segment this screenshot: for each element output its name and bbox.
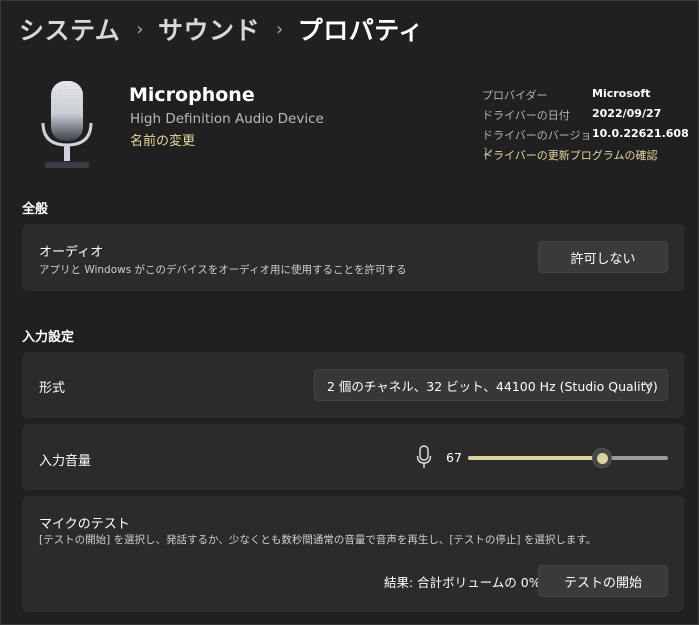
provider-label: プロバイダー (482, 89, 548, 102)
driver-update-link[interactable]: ドライバーの更新プログラムの確認 (482, 147, 657, 163)
mic-test-result: 結果: 合計ボリュームの 0% (384, 575, 541, 590)
breadcrumb-separator-icon: › (275, 18, 284, 40)
rename-link[interactable]: 名前の変更 (130, 130, 195, 149)
driver-date-value: 2022/09/27 (592, 107, 662, 120)
format-card: 形式 2 個のチャネル、32 ビット、44100 Hz (Studio Qual… (22, 352, 684, 418)
format-selected-value: 2 個のチャネル、32 ビット、44100 Hz (Studio Quality… (327, 378, 658, 394)
breadcrumb-separator-icon: › (136, 18, 144, 40)
input-volume-slider-fill (468, 456, 602, 460)
breadcrumb: システム › サウンド › プロパティ (19, 9, 424, 49)
section-title-general: 全般 (22, 202, 49, 217)
audio-title: オーディオ (39, 245, 104, 260)
disallow-button[interactable]: 許可しない (538, 241, 668, 273)
settings-window: システム › サウンド › プロパティ Microphone High Defi… (0, 0, 699, 625)
microphone-icon (41, 81, 93, 168)
device-name: Microphone (129, 84, 255, 106)
section-title-input-settings: 入力設定 (22, 330, 75, 345)
breadcrumb-item-properties: プロパティ (297, 16, 424, 45)
format-dropdown[interactable]: 2 個のチャネル、32 ビット、44100 Hz (Studio Quality… (314, 369, 668, 401)
breadcrumb-item-sound[interactable]: サウンド (158, 11, 260, 47)
device-description: High Definition Audio Device (130, 111, 324, 127)
format-label: 形式 (39, 381, 66, 396)
mic-test-description: [テストの開始] を選択し、発話するか、少なくとも数秒間通常の音量で音声を再生し… (39, 534, 597, 546)
mic-test-title: マイクのテスト (39, 517, 130, 532)
audio-subtitle: アプリと Windows がこのデバイスをオーディオ用に使用することを許可する (39, 264, 407, 276)
mic-test-card: マイクのテスト [テストの開始] を選択し、発話するか、少なくとも数秒間通常の音… (22, 496, 684, 612)
start-test-button[interactable]: テストの開始 (538, 565, 668, 597)
microphone-volume-icon (416, 445, 432, 468)
chevron-down-icon (643, 381, 653, 387)
input-volume-slider[interactable] (468, 448, 668, 468)
input-volume-label: 入力音量 (39, 454, 92, 469)
provider-value: Microsoft (592, 87, 651, 100)
input-volume-slider-thumb[interactable] (592, 448, 612, 468)
driver-date-label: ドライバーの日付 (482, 109, 570, 122)
input-volume-card: 入力音量 67 (22, 424, 684, 490)
breadcrumb-item-system[interactable]: システム (19, 11, 120, 47)
input-volume-value: 67 (446, 450, 462, 465)
audio-permission-card: オーディオ アプリと Windows がこのデバイスをオーディオ用に使用すること… (22, 224, 684, 291)
